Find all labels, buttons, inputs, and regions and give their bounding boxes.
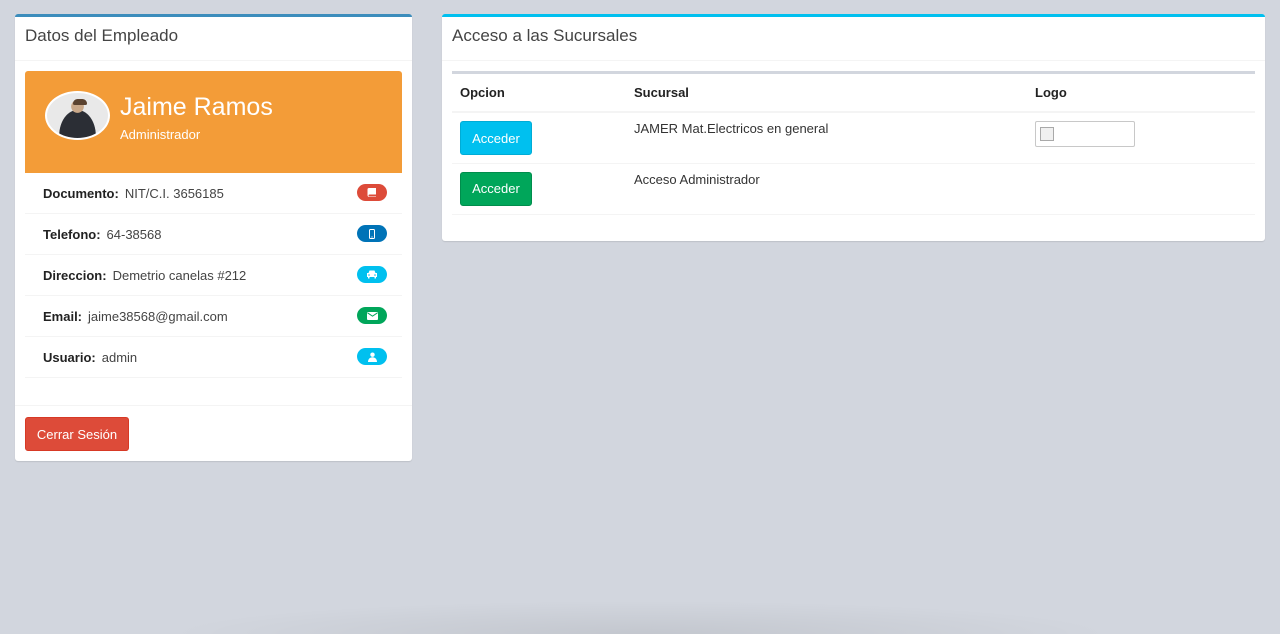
branches-table-wrapper: Opcion Sucursal Logo Acceder JAMER Mat.E… — [452, 71, 1255, 215]
user-name: Jaime Ramos — [120, 93, 273, 121]
column-header-logo: Logo — [1027, 74, 1255, 113]
info-label: Usuario: — [43, 349, 96, 365]
info-row-email: Email: jaime38568@gmail.com — [25, 296, 402, 337]
info-row-documento: Documento: NIT/C.I. 3656185 — [25, 173, 402, 214]
user-icon — [357, 348, 387, 365]
table-row: Acceder Acceso Administrador — [452, 163, 1255, 215]
footer-shadow — [160, 600, 1120, 634]
info-value: 64-38568 — [106, 226, 162, 242]
column-header-sucursal: Sucursal — [626, 74, 1027, 113]
access-admin-button[interactable]: Acceder — [460, 171, 532, 206]
info-value: jaime38568@gmail.com — [88, 308, 228, 324]
logout-button[interactable]: Cerrar Sesión — [25, 417, 129, 451]
cell-sucursal: Acceso Administrador — [626, 163, 1027, 215]
access-branch-button[interactable]: Acceder — [460, 121, 532, 155]
branches-box-title: Acceso a las Sucursales — [452, 26, 638, 45]
info-row-direccion: Direccion: Demetrio canelas #212 — [25, 255, 402, 296]
employee-box: Datos del Empleado Jaime Ramos Administr… — [15, 14, 412, 461]
avatar — [45, 91, 110, 140]
info-label: Direccion: — [43, 267, 107, 283]
column-header-opcion: Opcion — [452, 74, 626, 113]
cell-opcion: Acceder — [452, 163, 626, 215]
employee-box-title: Datos del Empleado — [25, 26, 179, 45]
employee-box-header: Datos del Empleado — [15, 17, 412, 61]
cell-sucursal: JAMER Mat.Electricos en general — [626, 112, 1027, 164]
cell-opcion: Acceder — [452, 112, 626, 164]
branches-box-header: Acceso a las Sucursales — [442, 17, 1265, 61]
user-widget-header: Jaime Ramos Administrador — [25, 71, 402, 173]
book-icon — [357, 184, 387, 201]
branches-box: Acceso a las Sucursales Opcion Sucursal … — [442, 14, 1265, 241]
info-value: admin — [101, 349, 138, 365]
taxi-icon — [357, 266, 387, 283]
info-value: NIT/C.I. 3656185 — [124, 185, 224, 201]
cell-logo — [1027, 163, 1255, 215]
branches-table: Opcion Sucursal Logo Acceder JAMER Mat.E… — [452, 74, 1255, 215]
info-row-telefono: Telefono: 64-38568 — [25, 214, 402, 255]
mobile-icon — [357, 225, 387, 242]
info-label: Telefono: — [43, 226, 101, 242]
user-role: Administrador — [120, 127, 201, 142]
envelope-icon — [357, 307, 387, 324]
employee-box-footer: Cerrar Sesión — [15, 405, 412, 461]
table-header-row: Opcion Sucursal Logo — [452, 74, 1255, 113]
info-label: Email: — [43, 308, 83, 324]
info-row-usuario: Usuario: admin — [25, 337, 402, 378]
info-label: Documento: — [43, 185, 119, 201]
broken-image-icon — [1035, 121, 1135, 147]
info-value: Demetrio canelas #212 — [112, 267, 247, 283]
cell-logo — [1027, 112, 1255, 164]
table-row: Acceder JAMER Mat.Electricos en general — [452, 112, 1255, 164]
employee-info-list: Documento: NIT/C.I. 3656185 Telefono: 64… — [25, 173, 402, 378]
